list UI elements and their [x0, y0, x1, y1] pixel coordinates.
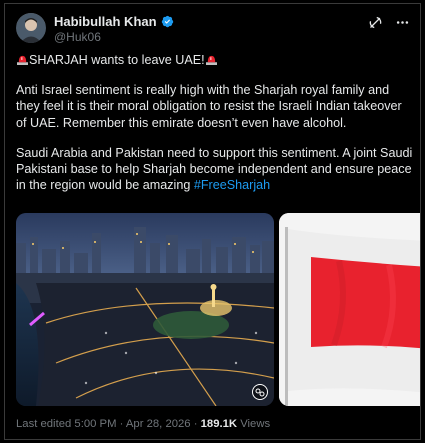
views-label: Views: [237, 418, 271, 430]
views-count: 189.1K: [200, 418, 238, 430]
author-names: Habibullah Khan @Huk06: [54, 14, 174, 44]
header-actions: [368, 15, 410, 30]
edited-timestamp[interactable]: Last edited 5:00 PM · Apr 28, 2026 ·: [16, 418, 201, 430]
author-handle[interactable]: @Huk06: [54, 30, 174, 44]
author-avatar[interactable]: [16, 13, 46, 43]
tweet-headline: SHARJAH wants to leave UAE!: [29, 53, 205, 67]
tweet-headline-line: SHARJAH wants to leave UAE!: [16, 52, 414, 68]
tweet-header: Habibullah Khan @Huk06: [16, 11, 410, 47]
verified-badge-icon: [161, 15, 173, 28]
grok-icon[interactable]: [368, 15, 383, 30]
police-siren-emoji-icon: [17, 55, 28, 65]
hashtag-link[interactable]: #FreeSharjah: [194, 178, 270, 192]
tweet-text: SHARJAH wants to leave UAE! Anti Israel …: [16, 52, 414, 207]
tweet-paragraph-2: Saudi Arabia and Pakistan need to suppor…: [16, 145, 414, 194]
tweet-card: Habibullah Khan @Huk06 SHARJAH wants to …: [4, 3, 421, 440]
sharjah-flag-image[interactable]: [279, 213, 420, 406]
more-icon[interactable]: [395, 15, 410, 30]
police-siren-emoji-icon: [205, 55, 217, 65]
tweet-media: [16, 213, 420, 406]
sharjah-skyline-image[interactable]: [16, 213, 274, 406]
gif-icon: [252, 384, 268, 400]
author-display-name[interactable]: Habibullah Khan: [54, 14, 157, 29]
tweet-meta: Last edited 5:00 PM · Apr 28, 2026 · 189…: [16, 418, 270, 430]
tweet-paragraph-1: Anti Israel sentiment is really high wit…: [16, 83, 402, 130]
